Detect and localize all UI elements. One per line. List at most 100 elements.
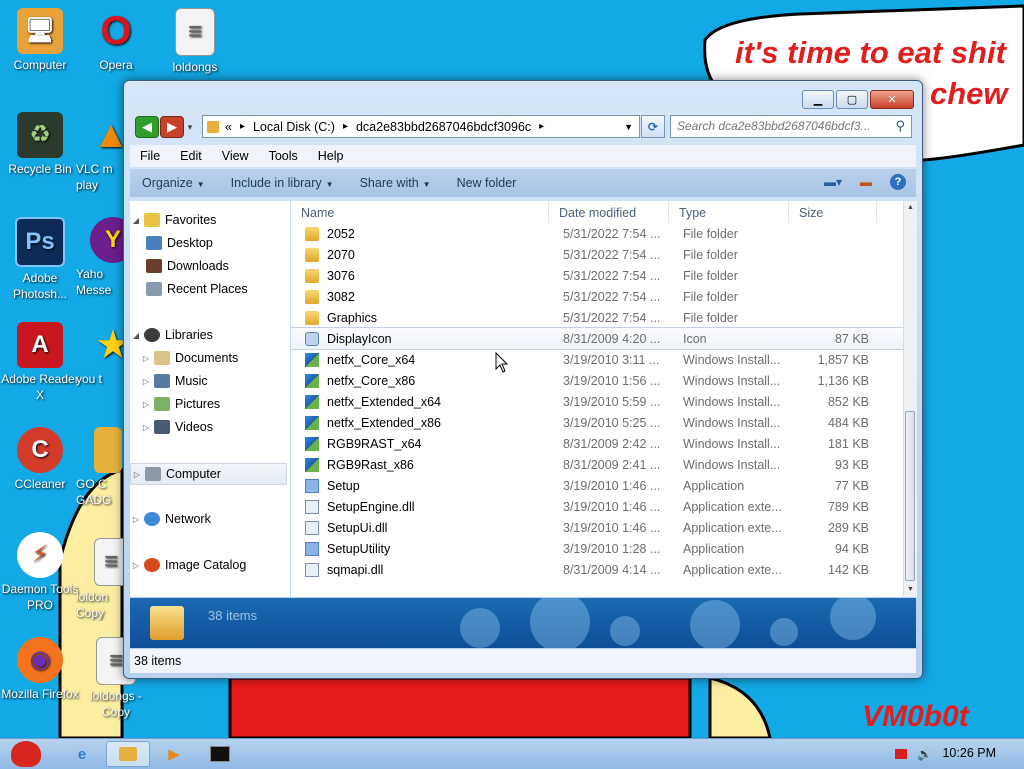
file-row[interactable]: 3082 5/31/2022 7:54 ... File folder — [291, 286, 903, 307]
menu-view[interactable]: View — [212, 149, 259, 163]
file-row[interactable]: netfx_Extended_x64 3/19/2010 5:59 ... Wind… — [291, 391, 903, 412]
share-with-button[interactable]: Share with ▼ — [348, 176, 445, 190]
close-button[interactable]: ✕ — [870, 90, 914, 109]
minimize-button[interactable]: ▁ — [802, 90, 834, 109]
desktop-icon-yahoo[interactable]: Y Yaho Messe — [76, 217, 124, 298]
expand-arrow-icon[interactable]: ▷ — [131, 470, 143, 479]
expand-arrow-icon[interactable]: ▷ — [140, 423, 152, 432]
refresh-button[interactable]: ⟳ — [641, 115, 665, 138]
file-list: 10355/31/2022 7:54 ...File folder20525/3… — [291, 201, 903, 597]
expand-arrow-icon[interactable]: ◢ — [130, 331, 142, 340]
scroll-thumb[interactable] — [905, 411, 915, 581]
file-row[interactable]: SetupEngine.dll 3/19/2010 1:46 ... Applica… — [291, 496, 903, 517]
nav-computer[interactable]: ▷ Computer — [130, 463, 287, 485]
desktop-icon-ccleaner[interactable]: C CCleaner — [0, 427, 80, 492]
file-row[interactable]: 3076 5/31/2022 7:54 ... File folder — [291, 265, 903, 286]
nav-pictures[interactable]: ▷ Pictures — [130, 394, 300, 414]
taskbar-media-player[interactable]: ▶ — [154, 741, 194, 767]
back-button[interactable]: ◀ — [135, 116, 159, 138]
desktop-icon-opera[interactable]: O Opera — [76, 8, 156, 73]
chevron-down-icon[interactable]: ▼ — [624, 122, 633, 132]
vertical-scrollbar[interactable]: ▲ ▼ — [903, 201, 917, 597]
search-input[interactable] — [671, 116, 888, 135]
file-row[interactable]: netfx_Core_x64 3/19/2010 3:11 ... Windows … — [291, 349, 903, 370]
desktop-icon-vlc[interactable]: ▲ VLC m play — [76, 112, 124, 193]
file-row[interactable]: sqmapi.dll 8/31/2009 4:14 ... Application … — [291, 559, 903, 580]
nav-documents[interactable]: ▷ Documents — [130, 348, 300, 368]
file-row[interactable]: SetupUtility 3/19/2010 1:28 ... Applicatio… — [291, 538, 903, 559]
scroll-down-icon[interactable]: ▼ — [904, 583, 917, 597]
desktop-icon-recycle-bin[interactable]: ♻ Recycle Bin — [0, 112, 80, 177]
file-row[interactable]: 2052 5/31/2022 7:54 ... File folder — [291, 223, 903, 244]
breadcrumb-separator-icon[interactable]: ▸ — [240, 121, 245, 132]
desktop-icon-youtube[interactable]: ★ you t — [76, 322, 124, 387]
organize-button[interactable]: Organize ▼ — [130, 176, 219, 190]
tray-flag-icon[interactable] — [895, 749, 908, 759]
file-row[interactable]: Graphics 5/31/2022 7:54 ... File folder — [291, 307, 903, 328]
search-icon[interactable]: ⚲ — [895, 118, 905, 134]
taskbar-explorer[interactable] — [106, 741, 150, 767]
menu-edit[interactable]: Edit — [170, 149, 212, 163]
start-button[interactable] — [4, 741, 48, 767]
forward-button[interactable]: ▶ — [160, 116, 184, 138]
file-row[interactable]: netfx_Extended_x86 3/19/2010 5:25 ... Wind… — [291, 412, 903, 433]
expand-arrow-icon[interactable]: ▷ — [140, 377, 152, 386]
nav-music[interactable]: ▷ Music — [130, 371, 300, 391]
column-header-type[interactable]: Type — [669, 201, 789, 223]
desktop-icon-photoshop[interactable]: Ps Adobe Photosh... — [0, 217, 80, 302]
nav-recent-places[interactable]: Recent Places — [130, 279, 304, 299]
help-icon[interactable]: ? — [890, 174, 906, 190]
file-row[interactable]: RGB9Rast_x86 8/31/2009 2:41 ... Windows In… — [291, 454, 903, 475]
nav-desktop[interactable]: Desktop — [130, 233, 304, 253]
file-row[interactable]: DisplayIcon 8/31/2009 4:20 ... Icon 87 KB — [291, 327, 903, 350]
menu-file[interactable]: File — [130, 149, 170, 163]
address-bar[interactable]: « ▸ Local Disk (C:) ▸ dca2e83bbd2687046b… — [202, 115, 640, 138]
change-view-icon[interactable]: ▬▾ — [824, 175, 842, 189]
include-in-library-button[interactable]: Include in library ▼ — [219, 176, 348, 190]
nav-libraries[interactable]: ◢ Libraries — [130, 325, 290, 345]
breadcrumb-separator-icon[interactable]: ▸ — [343, 121, 348, 132]
scroll-up-icon[interactable]: ▲ — [904, 201, 917, 215]
file-row[interactable]: 2070 5/31/2022 7:54 ... File folder — [291, 244, 903, 265]
installer-icon — [305, 436, 319, 451]
file-row[interactable]: RGB9RAST_x64 8/31/2009 2:42 ... Windows In… — [291, 433, 903, 454]
menu-help[interactable]: Help — [308, 149, 354, 163]
desktop-icon-gadgets[interactable]: GO C GADG — [76, 427, 124, 508]
desktop-icon-loldongs[interactable]: ≡ loldongs — [155, 8, 235, 75]
expand-arrow-icon[interactable]: ▷ — [140, 354, 152, 363]
nav-favorites[interactable]: ◢ Favorites — [130, 210, 290, 230]
nav-image-catalog[interactable]: ▷ Image Catalog — [130, 555, 290, 575]
recent-pages-button[interactable]: ▾ — [185, 117, 195, 137]
preview-pane-icon[interactable]: ▬ — [860, 175, 872, 189]
new-folder-button[interactable]: New folder — [445, 176, 531, 190]
breadcrumb-current-folder[interactable]: dca2e83bbd2687046bdcf3096c — [356, 120, 531, 134]
taskbar-command-prompt[interactable] — [198, 741, 242, 767]
nav-downloads[interactable]: Downloads — [130, 256, 304, 276]
desktop-icon-adobe-reader[interactable]: A Adobe Reader X — [0, 322, 80, 403]
breadcrumb-separator-icon[interactable]: ▸ — [539, 121, 544, 132]
column-header-size[interactable]: Size — [789, 201, 877, 223]
nav-videos[interactable]: ▷ Videos — [130, 417, 300, 437]
column-header-name[interactable]: Name — [291, 201, 549, 223]
volume-icon[interactable]: 🔊 — [917, 747, 932, 761]
breadcrumb-overflow[interactable]: « — [225, 120, 232, 134]
menu-tools[interactable]: Tools — [259, 149, 308, 163]
expand-arrow-icon[interactable]: ▷ — [140, 400, 152, 409]
expand-arrow-icon[interactable]: ▷ — [130, 515, 142, 524]
desktop-icon-daemon-tools[interactable]: ⚡ Daemon Tools PRO — [0, 532, 80, 613]
nav-network[interactable]: ▷ Network — [130, 509, 290, 529]
file-row[interactable]: SetupUi.dll 3/19/2010 1:46 ... Application… — [291, 517, 903, 538]
maximize-button[interactable]: ▢ — [836, 90, 868, 109]
expand-arrow-icon[interactable]: ◢ — [130, 216, 142, 225]
desktop-icon-loldongs-copy-1[interactable]: ≡ loldon Copy — [76, 538, 124, 621]
taskbar-clock[interactable]: 10:26 PM — [942, 746, 996, 760]
desktop-icon-computer[interactable]: 🖥 Computer — [0, 8, 80, 73]
column-header-date-modified[interactable]: Date modified — [549, 201, 669, 223]
desktop-icon-firefox[interactable]: ◉ Mozilla Firefox — [0, 637, 80, 702]
file-row[interactable]: Setup 3/19/2010 1:46 ... Application 77 KB — [291, 475, 903, 496]
breadcrumb-local-disk[interactable]: Local Disk (C:) — [253, 120, 335, 134]
expand-arrow-icon[interactable]: ▷ — [130, 561, 142, 570]
file-name-cell: sqmapi.dll — [291, 562, 549, 577]
file-row[interactable]: netfx_Core_x86 3/19/2010 1:56 ... Windows … — [291, 370, 903, 391]
taskbar-internet-explorer[interactable]: e — [62, 741, 102, 767]
